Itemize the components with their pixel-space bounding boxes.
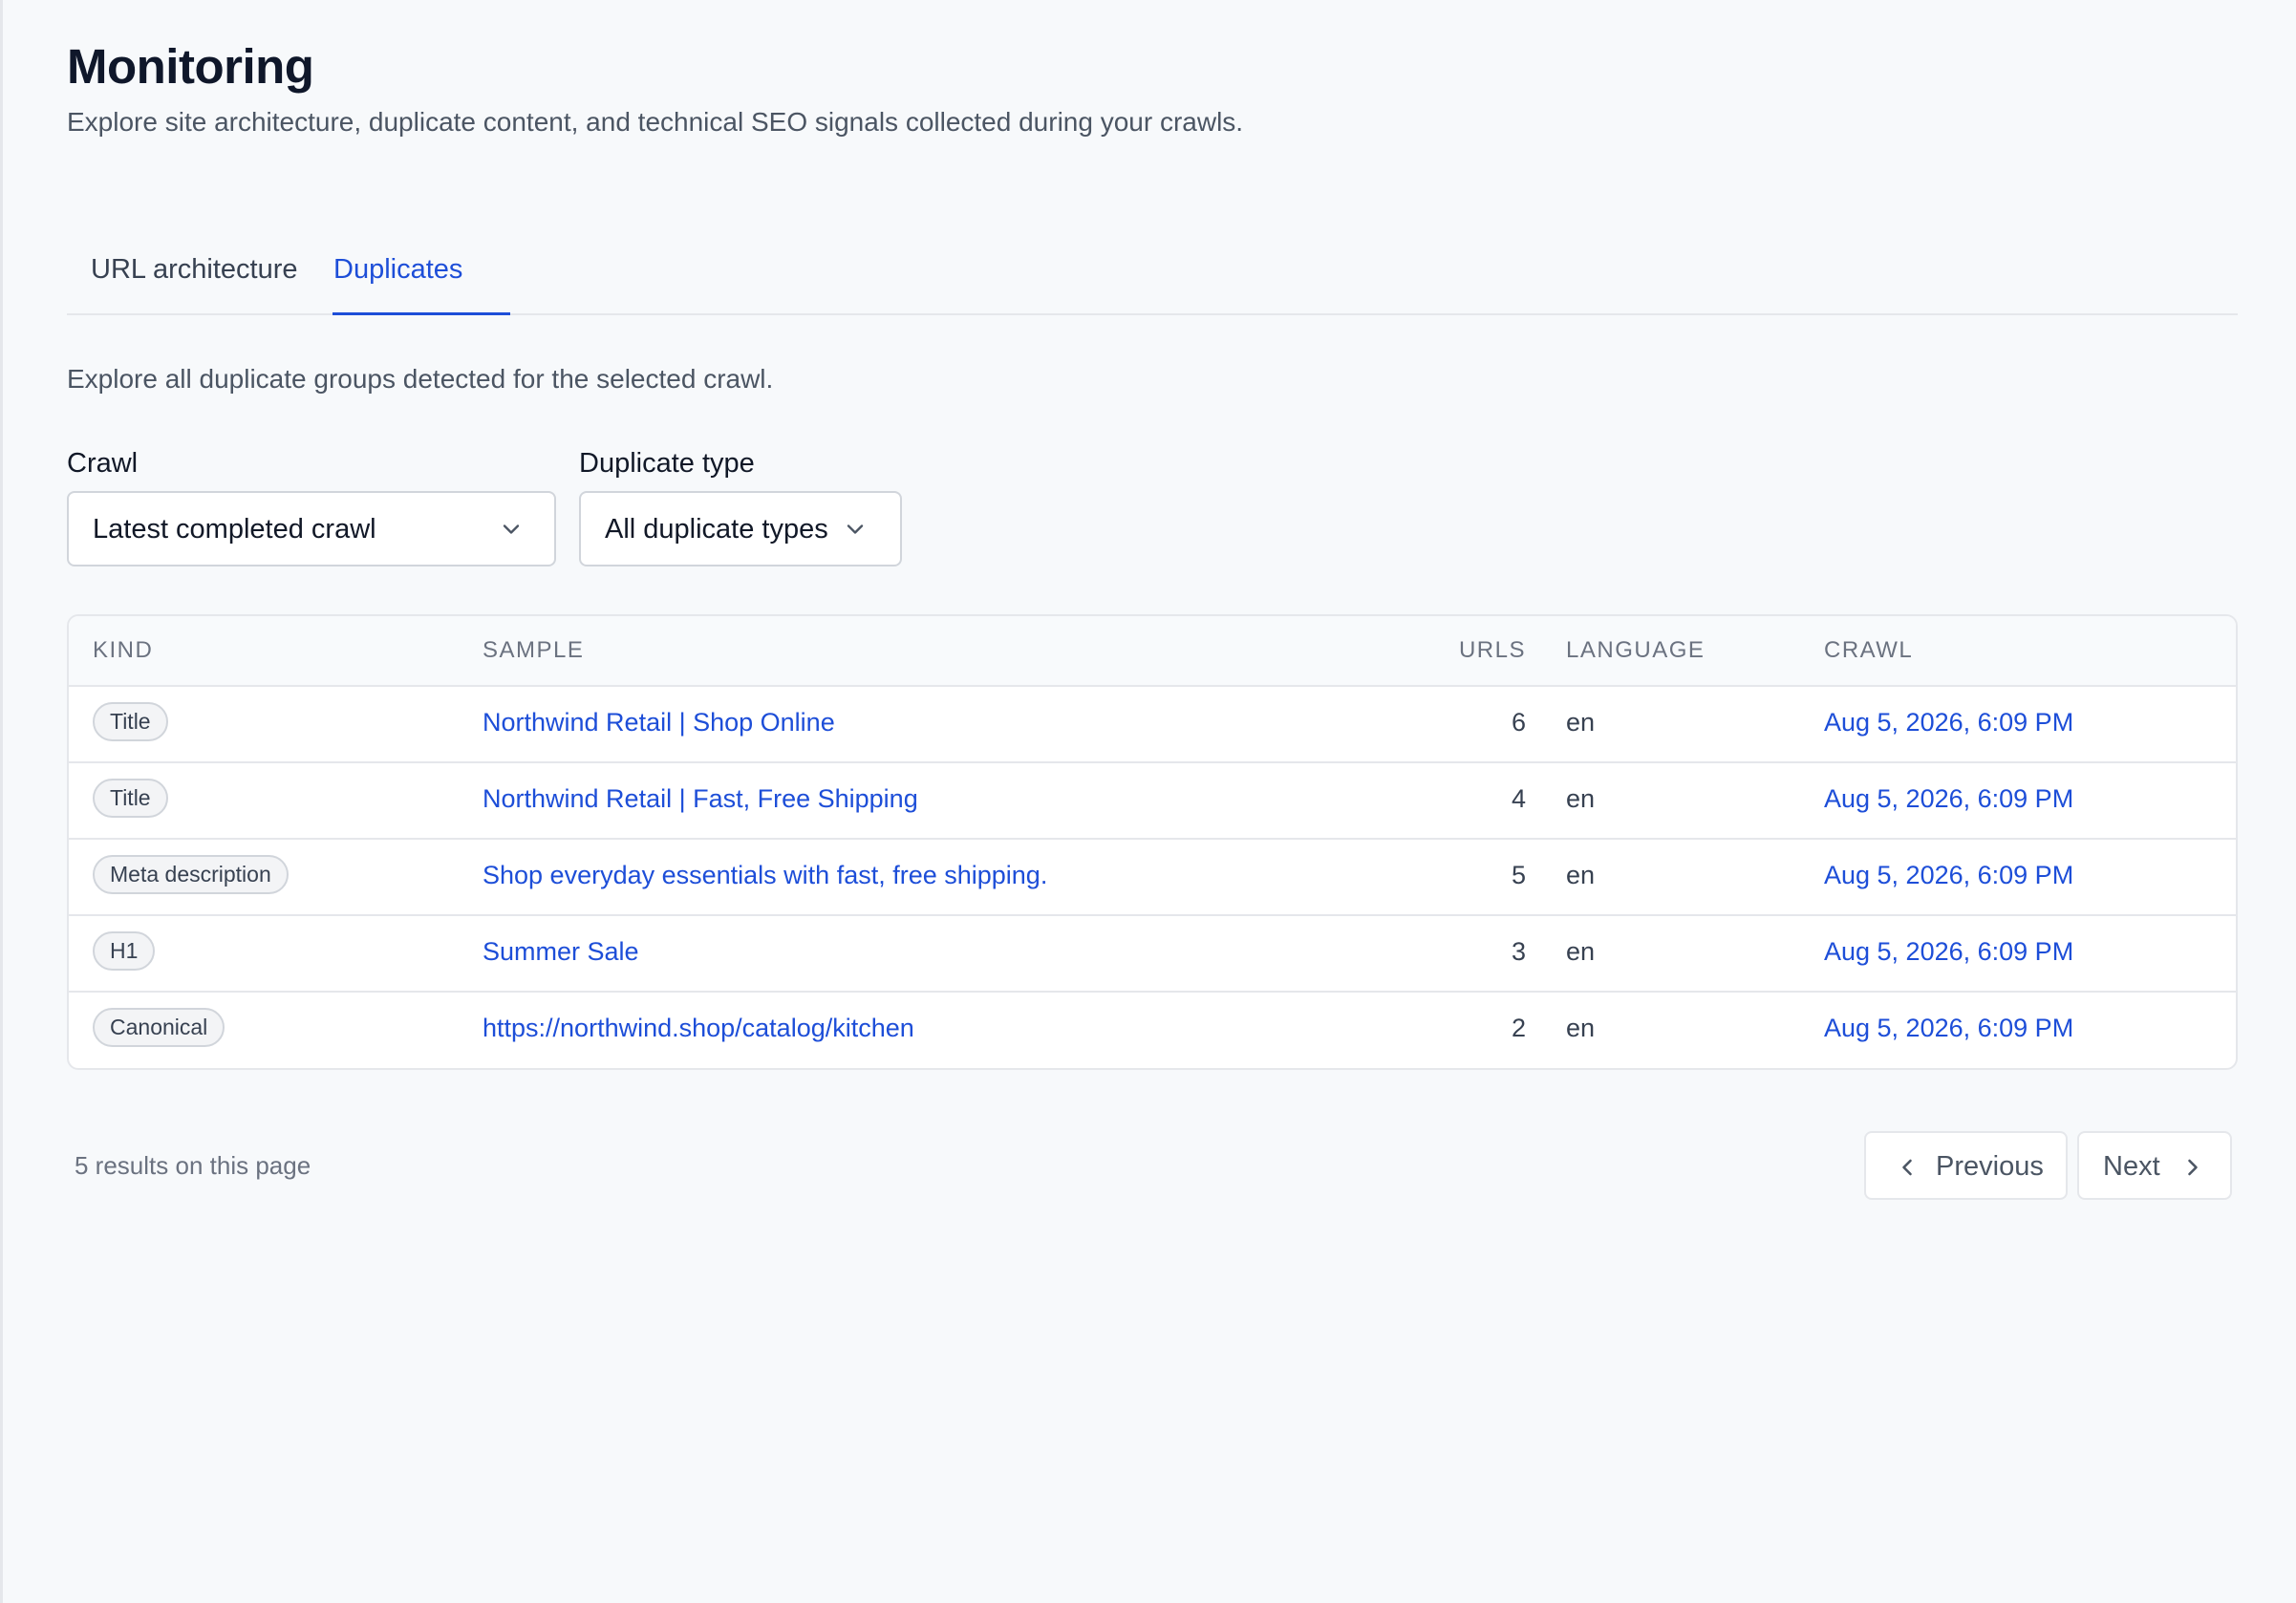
monitoring-page: Monitoring Explore site architecture, du… [0,0,2296,1603]
next-button[interactable]: Next [2077,1131,2232,1200]
kind-badge: H1 [93,931,156,971]
chevron-down-icon [503,524,520,534]
duplicate-type-select[interactable]: All duplicate types [579,491,902,566]
chevron-down-icon [847,524,864,534]
language-value: en [1566,937,1596,966]
chevron-right-icon [2188,1159,2198,1176]
urls-count: 5 [1511,861,1526,889]
urls-count: 2 [1511,1014,1526,1042]
column-header-urls: URLS [1458,637,1526,663]
sample-link[interactable]: Northwind Retail | Fast, Free Shipping [483,784,918,814]
tab-bar: URL architecture Duplicates [67,237,2238,315]
chevron-left-icon [1902,1159,1912,1176]
crawl-link[interactable]: Aug 5, 2026, 6:09 PM [1824,861,2073,890]
sample-link[interactable]: https://northwind.shop/catalog/kitchen [483,1014,914,1043]
table-row: Canonical https://northwind.shop/catalog… [69,991,2236,1067]
table-row: Title Northwind Retail | Fast, Free Ship… [69,761,2236,840]
language-value: en [1566,1014,1596,1042]
crawl-link[interactable]: Aug 5, 2026, 6:09 PM [1824,1014,2073,1043]
language-value: en [1566,784,1596,813]
language-value: en [1566,861,1596,889]
section-description: Explore all duplicate groups detected fo… [67,364,774,394]
tab-duplicates[interactable]: Duplicates [333,254,462,286]
previous-button[interactable]: Previous [1864,1131,2068,1200]
previous-label: Previous [1936,1151,2044,1182]
kind-badge: Title [93,702,168,741]
duplicate-type-filter-label: Duplicate type [579,448,755,479]
sample-link[interactable]: Northwind Retail | Shop Online [483,708,835,737]
kind-badge: Meta description [93,855,289,894]
crawl-link[interactable]: Aug 5, 2026, 6:09 PM [1824,708,2073,737]
page-title: Monitoring [67,39,314,94]
language-value: en [1566,708,1596,737]
table-row: H1 Summer Sale 3 en Aug 5, 2026, 6:09 PM [69,914,2236,993]
duplicates-table: KIND SAMPLE URLS LANGUAGE CRAWL Title No… [67,614,2238,1070]
urls-count: 3 [1511,937,1526,966]
sample-link[interactable]: Summer Sale [483,937,639,967]
column-header-language: LANGUAGE [1566,637,1706,663]
table-row: Title Northwind Retail | Shop Online 6 e… [69,685,2236,763]
next-label: Next [2103,1151,2160,1182]
crawl-filter-label: Crawl [67,448,139,479]
kind-badge: Title [93,779,168,818]
duplicate-type-select-value: All duplicate types [605,514,828,545]
column-header-kind: KIND [93,637,154,663]
sample-link[interactable]: Shop everyday essentials with fast, free… [483,861,1047,890]
crawl-select[interactable]: Latest completed crawl [67,491,556,566]
active-tab-indicator [333,312,510,315]
column-header-crawl: CRAWL [1824,637,1914,663]
kind-badge: Canonical [93,1008,225,1047]
page-subtitle: Explore site architecture, duplicate con… [67,107,1244,137]
crawl-link[interactable]: Aug 5, 2026, 6:09 PM [1824,784,2073,814]
column-header-sample: SAMPLE [483,637,585,663]
crawl-link[interactable]: Aug 5, 2026, 6:09 PM [1824,937,2073,967]
table-row: Meta description Shop everyday essential… [69,838,2236,916]
urls-count: 6 [1511,708,1526,737]
urls-count: 4 [1511,784,1526,813]
tab-url-architecture[interactable]: URL architecture [91,254,298,286]
results-count: 5 results on this page [75,1151,311,1180]
table-header: KIND SAMPLE URLS LANGUAGE CRAWL [69,616,2236,687]
crawl-select-value: Latest completed crawl [93,514,376,545]
